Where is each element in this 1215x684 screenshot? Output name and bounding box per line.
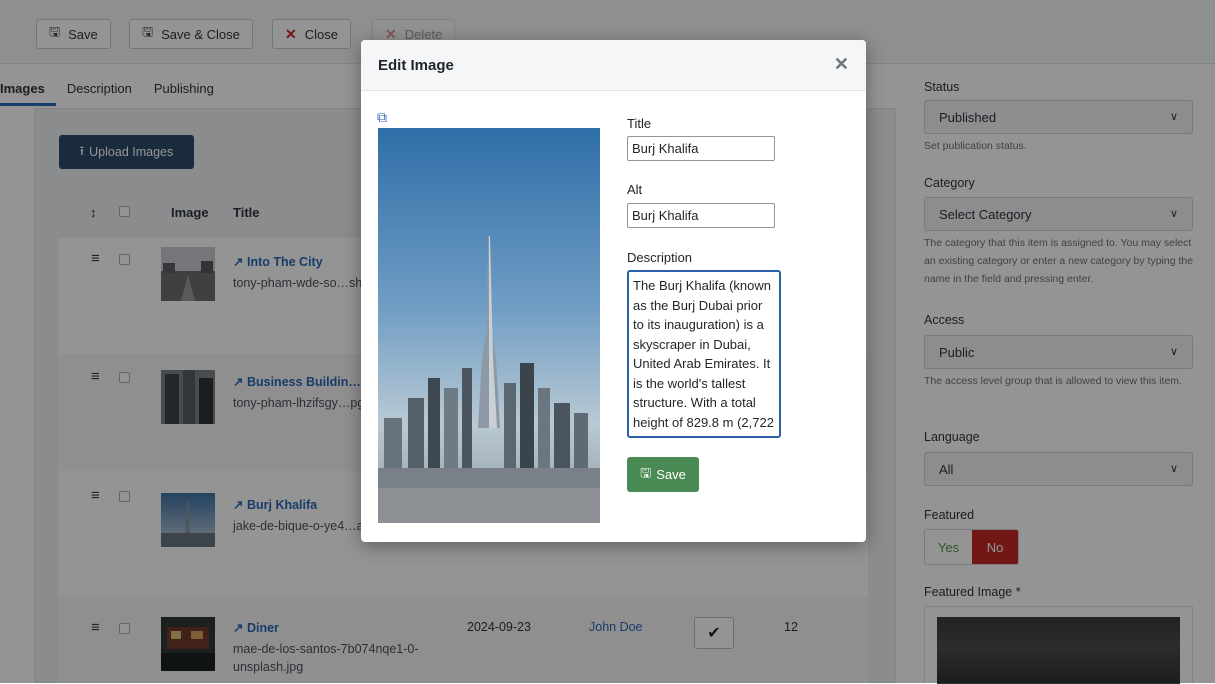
image-preview [378, 128, 600, 523]
floppy-disk-icon: 🖫 [640, 464, 652, 480]
alt-input[interactable] [627, 203, 775, 228]
modal-save-button[interactable]: 🖫 Save [627, 457, 699, 492]
external-link-icon[interactable]: ⧉ [377, 109, 387, 126]
alt-field-label: Alt [627, 182, 643, 197]
close-icon[interactable]: ✕ [834, 54, 849, 75]
title-field-label: Title [627, 116, 652, 131]
modal-header: Edit Image ✕ [361, 40, 866, 91]
modal-title: Edit Image [378, 57, 454, 74]
description-field-label: Description [627, 250, 693, 265]
title-input[interactable] [627, 136, 775, 161]
edit-image-modal: Edit Image ✕ ⧉ Title Alt Descript [361, 40, 866, 542]
description-textarea[interactable]: The Burj Khalifa (known as the Burj Duba… [627, 270, 781, 438]
